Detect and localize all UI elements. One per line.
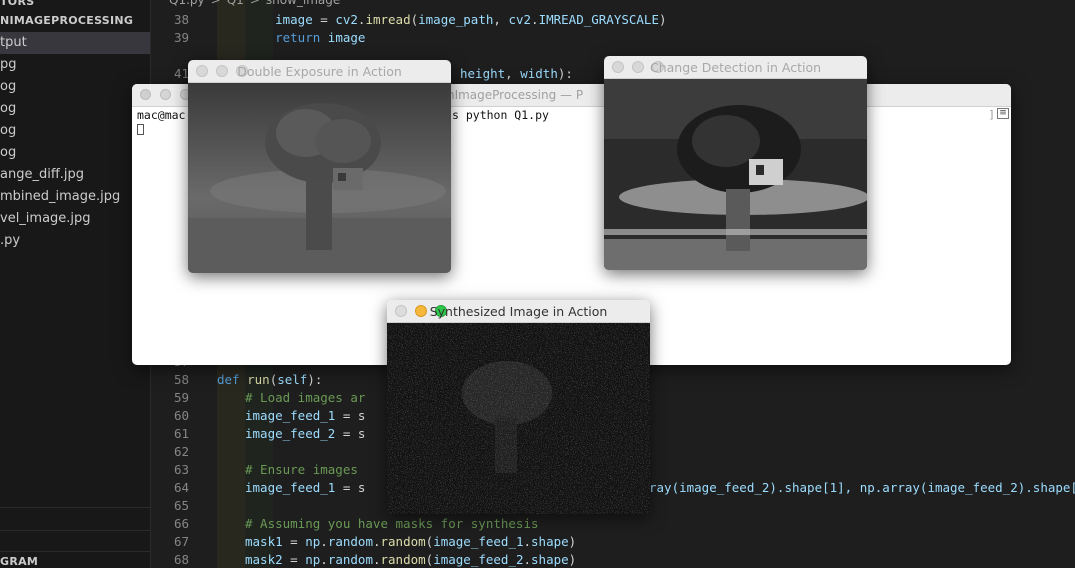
file-item[interactable]: pg (0, 54, 150, 76)
scroll-indicator-icon[interactable]: ≡ (997, 108, 1009, 119)
window-titlebar[interactable]: Double Exposure in Action (188, 60, 451, 83)
window-title: Change Detection in Action (649, 60, 822, 75)
project-folder-title[interactable]: NIMAGEPROCESSING (0, 14, 133, 27)
line-number: 39 (173, 30, 189, 45)
close-button[interactable] (140, 89, 151, 100)
double-exposure-window[interactable]: Double Exposure in Action (188, 60, 451, 273)
terminal-command: s python Q1.py (452, 108, 549, 122)
file-item[interactable]: tput (0, 32, 150, 54)
file-item[interactable]: og (0, 98, 150, 120)
code-line-61[interactable]: 61 image_feed_2 = s (151, 425, 365, 443)
code-line-63[interactable]: 63 # Ensure images (151, 461, 358, 479)
double-exposure-image (188, 83, 451, 273)
change-detection-image (604, 79, 867, 270)
breadcrumb: Q1.py > Q1 > show_image (169, 0, 346, 9)
terminal-prompt: mac@mac (137, 108, 186, 122)
breadcrumb-item[interactable]: Q1.py (169, 0, 205, 7)
change-detection-window[interactable]: Change Detection in Action (604, 56, 867, 270)
synthesized-image (387, 323, 650, 514)
code-line-66[interactable]: 66 # Assuming you have masks for synthesi… (151, 515, 539, 533)
code-line-60[interactable]: 60 image_feed_1 = s (151, 407, 365, 425)
code-line-67[interactable]: 67 mask1 = np.random.random(image_feed_1.… (151, 533, 576, 551)
line-number: 63 (173, 462, 189, 477)
file-item[interactable]: mbined_image.jpg (0, 186, 150, 208)
line-number: 59 (173, 390, 189, 405)
file-item[interactable]: og (0, 76, 150, 98)
file-item[interactable]: vel_image.jpg (0, 208, 150, 230)
code-line-64-tail: ray(image_feed_2).shape[1], np.array(ima… (649, 480, 1075, 495)
file-item[interactable]: og (0, 142, 150, 164)
synthesized-window[interactable]: Synthesized Image in Action (387, 300, 650, 514)
code-line-68[interactable]: 68 mask2 = np.random.random(image_feed_2.… (151, 551, 576, 568)
line-number: 66 (173, 516, 189, 531)
breadcrumb-item[interactable]: show_image (266, 0, 340, 7)
breadcrumb-separator: > (249, 0, 260, 7)
window-titlebar[interactable]: Synthesized Image in Action (387, 300, 650, 323)
line-number: 38 (173, 12, 189, 27)
line-number: 65 (173, 498, 189, 513)
window-titlebar[interactable]: Change Detection in Action (604, 56, 867, 79)
sidebar-section-title-bottom[interactable]: GRAM (0, 555, 38, 568)
sidebar-section-title[interactable]: TORS (0, 0, 34, 8)
line-number: 67 (173, 534, 189, 549)
code-line-64[interactable]: 64 image_feed_1 = s (151, 479, 365, 497)
file-item[interactable]: ange_diff.jpg (0, 164, 150, 186)
window-title: Synthesized Image in Action (429, 304, 608, 319)
line-number: 60 (173, 408, 189, 423)
file-item[interactable]: .py (0, 230, 150, 252)
line-number: 68 (173, 552, 189, 567)
line-number: 64 (173, 480, 189, 495)
explorer-sidebar: TORS NIMAGEPROCESSING tput pg og og og og ange… (0, 0, 151, 568)
breadcrumb-separator: > (210, 0, 221, 7)
code-line-39[interactable]: 39 return image (151, 29, 366, 47)
line-number: 61 (173, 426, 189, 441)
code-line-59[interactable]: 59 # Load images ar (151, 389, 365, 407)
sidebar-divider (0, 530, 150, 531)
line-number: 62 (173, 444, 189, 459)
line-number: 58 (173, 372, 189, 387)
minimize-button[interactable] (160, 89, 171, 100)
line-number: 41 (173, 66, 189, 81)
code-line-65[interactable]: 65 (151, 497, 245, 515)
window-title: Double Exposure in Action (237, 64, 402, 79)
sidebar-divider (0, 551, 150, 552)
code-line-62[interactable]: 62 (151, 443, 245, 461)
code-line-38[interactable]: 38 image = cv2.imread(image_path, cv2.IM… (151, 11, 667, 29)
sidebar-divider (0, 507, 150, 508)
breadcrumb-item[interactable]: Q1 (227, 0, 244, 7)
terminal-bracket: ] (988, 108, 995, 121)
code-line-58[interactable]: 58 def run(self): (151, 371, 322, 389)
terminal-cursor (137, 124, 144, 135)
file-item[interactable]: og (0, 120, 150, 142)
